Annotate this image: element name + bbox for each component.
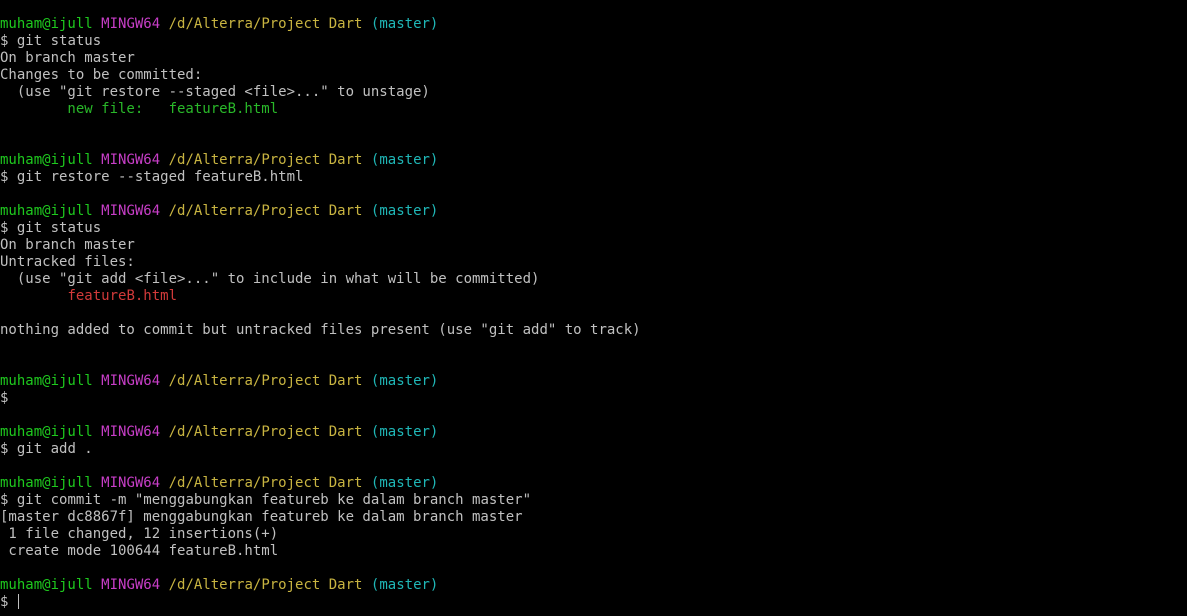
prompt-host: MINGW64 [101,203,161,219]
text-cursor[interactable] [17,594,19,609]
prompt-symbol: $ [0,33,9,49]
prompt-host: MINGW64 [101,475,161,491]
output-line: On branch master [0,50,135,66]
command-text: git status [16,220,102,236]
untracked-file-name: featureB.html [67,288,178,304]
prompt-host: MINGW64 [101,16,161,32]
prompt-branch: (master) [370,16,439,32]
command-line: $ git restore --staged featureB.html [0,169,1187,186]
prompt-branch: (master) [370,424,439,440]
command-line: $ git add . [0,441,1187,458]
prompt-symbol: $ [0,492,9,508]
prompt-symbol: $ [0,390,9,406]
command-text: git restore --staged featureB.html [16,169,304,185]
prompt-user: muham@ijull [0,577,93,593]
staged-file-label: new file: [0,101,169,117]
output-line: Changes to be committed: [0,67,203,83]
staged-file-line: new file: featureB.html [0,101,1187,118]
command-text: git commit -m "menggabungkan featureb ke… [16,492,532,508]
prompt-line: muham@ijull MINGW64 /d/Alterra/Project D… [0,577,1187,594]
prompt-user: muham@ijull [0,16,93,32]
command-text: git status [16,33,102,49]
prompt-line: muham@ijull MINGW64 /d/Alterra/Project D… [0,16,1187,33]
prompt-branch: (master) [370,152,439,168]
command-text: git add . [16,441,93,457]
command-line: $ git commit -m "menggabungkan featureb … [0,492,1187,509]
prompt-user: muham@ijull [0,475,93,491]
prompt-symbol: $ [0,169,9,185]
prompt-symbol: $ [0,594,9,610]
output-line: Untracked files: [0,254,135,270]
prompt-user: muham@ijull [0,203,93,219]
prompt-host: MINGW64 [101,152,161,168]
prompt-line: muham@ijull MINGW64 /d/Alterra/Project D… [0,475,1187,492]
output-line: create mode 100644 featureB.html [0,543,279,559]
output-line: [master dc8867f] menggabungkan featureb … [0,509,523,525]
command-line: $ [0,390,1187,407]
prompt-user: muham@ijull [0,152,93,168]
command-line: $ git status [0,220,1187,237]
staged-file-name: featureB.html [168,101,279,117]
untracked-file-line: featureB.html [0,288,1187,305]
prompt-line: muham@ijull MINGW64 /d/Alterra/Project D… [0,152,1187,169]
prompt-user: muham@ijull [0,424,93,440]
prompt-path: /d/Alterra/Project Dart [168,203,363,219]
prompt-branch: (master) [370,203,439,219]
prompt-path: /d/Alterra/Project Dart [168,16,363,32]
prompt-branch: (master) [370,373,439,389]
output-line: (use "git add <file>..." to include in w… [0,271,540,287]
prompt-path: /d/Alterra/Project Dart [168,577,363,593]
prompt-host: MINGW64 [101,424,161,440]
prompt-path: /d/Alterra/Project Dart [168,475,363,491]
prompt-path: /d/Alterra/Project Dart [168,424,363,440]
prompt-host: MINGW64 [101,373,161,389]
output-line: 1 file changed, 12 insertions(+) [0,526,279,542]
prompt-symbol: $ [0,441,9,457]
prompt-line: muham@ijull MINGW64 /d/Alterra/Project D… [0,203,1187,220]
untracked-file-indent [0,288,67,304]
output-line: (use "git restore --staged <file>..." to… [0,84,430,100]
output-line: nothing added to commit but untracked fi… [0,322,641,338]
active-command-line[interactable]: $ [0,594,1187,611]
prompt-host: MINGW64 [101,577,161,593]
prompt-branch: (master) [370,577,439,593]
output-line: On branch master [0,237,135,253]
command-line: $ git status [0,33,1187,50]
prompt-line: muham@ijull MINGW64 /d/Alterra/Project D… [0,424,1187,441]
prompt-user: muham@ijull [0,373,93,389]
prompt-path: /d/Alterra/Project Dart [168,373,363,389]
prompt-symbol: $ [0,220,9,236]
terminal-window[interactable]: muham@ijull MINGW64 /d/Alterra/Project D… [0,0,1187,616]
prompt-branch: (master) [370,475,439,491]
prompt-line: muham@ijull MINGW64 /d/Alterra/Project D… [0,373,1187,390]
prompt-path: /d/Alterra/Project Dart [168,152,363,168]
